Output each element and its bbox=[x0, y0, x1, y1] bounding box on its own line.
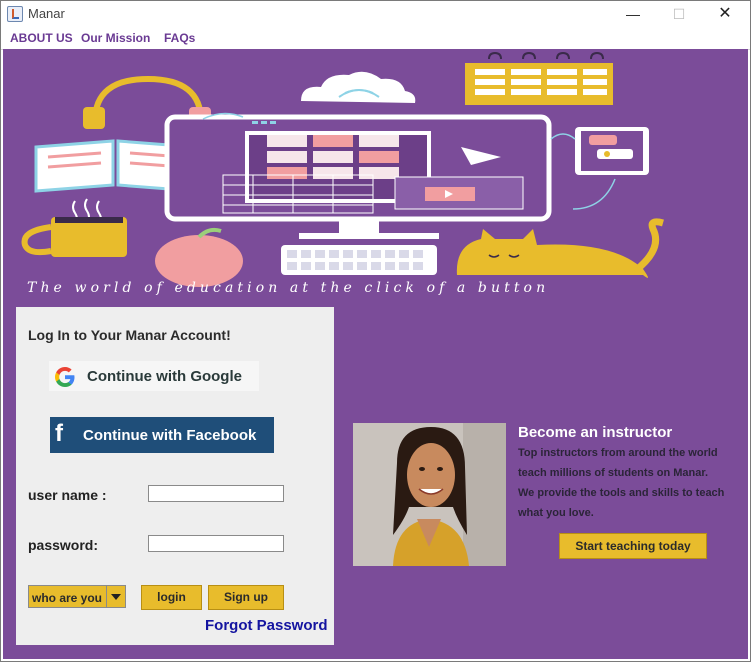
password-label: password: bbox=[28, 537, 99, 553]
login-title: Log In to Your Manar Account! bbox=[28, 327, 231, 343]
menu-about-us[interactable]: ABOUT US bbox=[10, 31, 73, 45]
close-button[interactable]: ✕ bbox=[702, 1, 748, 27]
username-label: user name : bbox=[28, 487, 107, 503]
maximize-button[interactable]: ☐ bbox=[656, 1, 702, 27]
instructor-text-line: Top instructors from around the world bbox=[518, 447, 718, 459]
minimize-button[interactable]: — bbox=[610, 1, 656, 27]
login-panel: Log In to Your Manar Account! Continue w… bbox=[16, 307, 334, 645]
start-teaching-button[interactable]: Start teaching today bbox=[559, 533, 707, 559]
facebook-icon: f bbox=[55, 420, 63, 447]
java-app-icon bbox=[7, 6, 23, 22]
dropdown-arrow-icon[interactable] bbox=[106, 586, 125, 607]
instructor-text-line: teach millions of students on Manar. bbox=[518, 467, 709, 479]
menu-faqs[interactable]: FAQs bbox=[164, 31, 195, 45]
title-bar: Manar — ☐ ✕ bbox=[1, 1, 750, 27]
facebook-button-label: Continue with Facebook bbox=[83, 427, 257, 444]
instructor-text-line: what you love. bbox=[518, 507, 594, 519]
sign-up-button[interactable]: Sign up bbox=[208, 585, 284, 610]
instructor-text-line: We provide the tools and skills to teach bbox=[518, 487, 725, 499]
instructor-photo bbox=[353, 423, 506, 566]
window-title: Manar bbox=[28, 6, 65, 21]
login-button[interactable]: login bbox=[141, 585, 202, 610]
continue-with-facebook-button[interactable]: f Continue with Facebook bbox=[50, 417, 274, 453]
forgot-password-link[interactable]: Forgot Password bbox=[205, 617, 328, 634]
role-select[interactable]: who are you bbox=[28, 585, 126, 608]
google-icon bbox=[55, 367, 75, 387]
main-content: The world of education at the click of a… bbox=[3, 49, 748, 659]
hero-tagline: The world of education at the click of a… bbox=[27, 280, 550, 296]
education-illustration bbox=[21, 51, 664, 287]
google-button-label: Continue with Google bbox=[87, 368, 242, 385]
username-field[interactable] bbox=[148, 485, 284, 502]
password-field[interactable] bbox=[148, 535, 284, 552]
continue-with-google-button[interactable]: Continue with Google bbox=[49, 361, 259, 391]
role-select-value: who are you bbox=[32, 591, 103, 605]
become-instructor-title: Become an instructor bbox=[518, 424, 673, 441]
menu-our-mission[interactable]: Our Mission bbox=[81, 31, 150, 45]
menu-bar: ABOUT US Our Mission FAQs bbox=[1, 27, 750, 50]
app-window: Manar — ☐ ✕ ABOUT US Our Mission FAQs Th… bbox=[0, 0, 751, 662]
